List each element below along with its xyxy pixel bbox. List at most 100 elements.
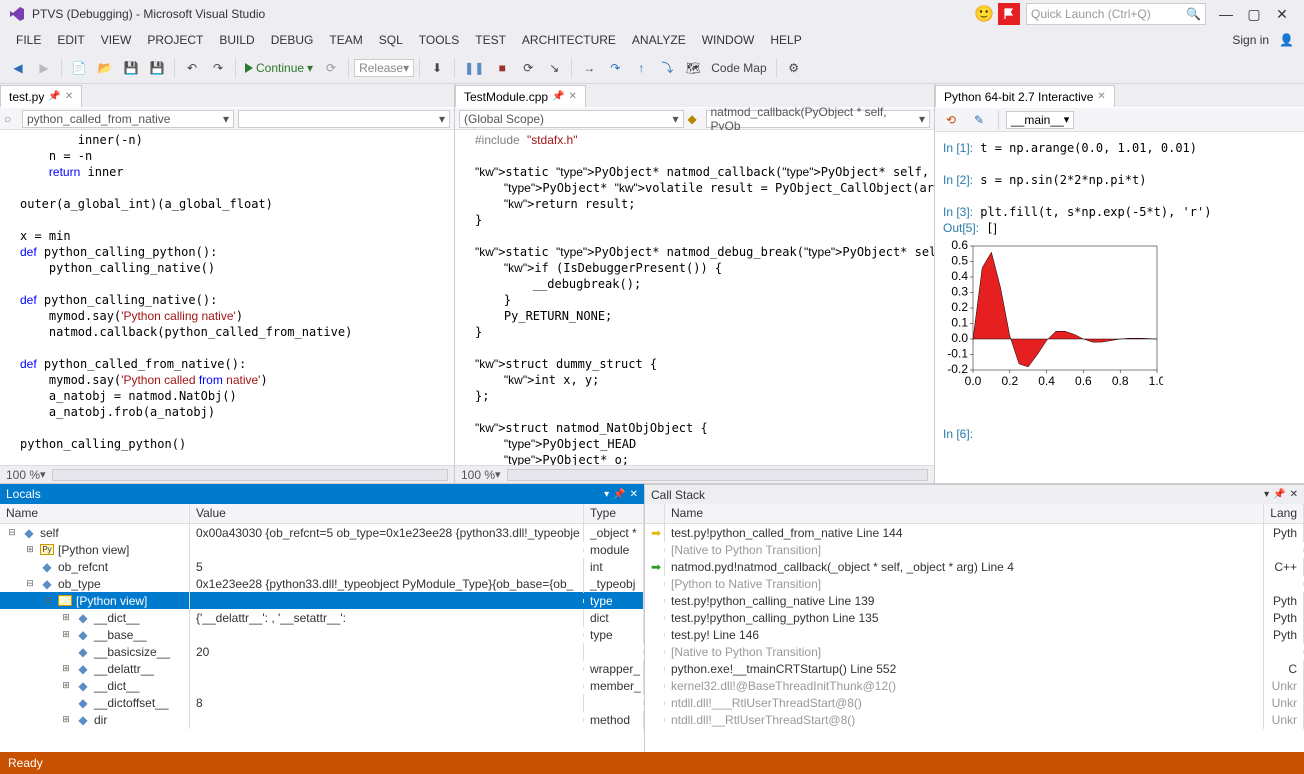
callstack-row[interactable]: kernel32.dll!@BaseThreadInitThunk@12()Un… <box>645 677 1304 694</box>
restart-button[interactable]: ⟳ <box>516 56 540 80</box>
tab-interactive[interactable]: Python 64-bit 2.7 Interactive ✕ <box>935 85 1115 107</box>
horizontal-scrollbar[interactable] <box>52 469 448 481</box>
expander-icon[interactable]: ⊟ <box>42 595 54 606</box>
callstack-row[interactable]: test.py!python_calling_native Line 139Py… <box>645 592 1304 609</box>
locals-row[interactable]: ⊞◆__delattr__wrapper_ <box>0 660 644 677</box>
nav-forward-button[interactable]: ▶ <box>32 56 56 80</box>
menu-team[interactable]: TEAM <box>323 30 368 50</box>
locals-row[interactable]: ⊟◆self0x00a43030 {ob_refcnt=5 ob_type=0x… <box>0 524 644 541</box>
callstack-row[interactable]: python.exe!__tmainCRTStartup() Line 552C <box>645 660 1304 677</box>
menu-window[interactable]: WINDOW <box>696 30 761 50</box>
expander-icon[interactable]: ⊞ <box>24 544 36 555</box>
locals-col-name[interactable]: Name <box>0 504 190 523</box>
menu-project[interactable]: PROJECT <box>141 30 209 50</box>
callstack-row[interactable]: ntdll.dll!___RtlUserThreadStart@8()Unkr <box>645 694 1304 711</box>
expander-icon[interactable]: ⊞ <box>60 612 72 623</box>
refresh-icon[interactable]: ⟳ <box>319 56 343 80</box>
close-icon[interactable]: ✕ <box>1290 489 1298 500</box>
codemap-button[interactable]: Code Map <box>707 56 770 80</box>
locals-row[interactable]: ⊞◆__base__type <box>0 626 644 643</box>
locals-row[interactable]: ⊟◆ob_type0x1e23ee28 {python33.dll!_typeo… <box>0 575 644 592</box>
locals-row[interactable]: ⊞◆__dict__{'__delattr__': , '__setattr__… <box>0 609 644 626</box>
menu-build[interactable]: BUILD <box>213 30 260 50</box>
callstack-panel-header[interactable]: Call Stack ▾ 📌 ✕ <box>645 484 1304 504</box>
menu-tools[interactable]: TOOLS <box>413 30 465 50</box>
callstack-row[interactable]: [Native to Python Transition] <box>645 643 1304 660</box>
zoom-level[interactable]: 100 % <box>6 468 40 482</box>
pin-icon[interactable]: 📌 <box>1273 489 1285 500</box>
code-editor-middle[interactable]: #include "stdafx.h" "kw">static "type">P… <box>455 130 934 465</box>
locals-row[interactable]: ⊞◆dirmethod <box>0 711 644 728</box>
callstack-row[interactable]: [Native to Python Transition] <box>645 541 1304 558</box>
callstack-col-lang[interactable]: Lang <box>1264 504 1304 523</box>
callstack-row[interactable]: ➡natmod.pyd!natmod_callback(_object * se… <box>645 558 1304 575</box>
dropdown-icon[interactable]: ▾ <box>1264 489 1269 500</box>
menu-analyze[interactable]: ANALYZE <box>626 30 692 50</box>
step-out-icon[interactable]: ↑ <box>629 56 653 80</box>
clear-icon[interactable]: ✎ <box>967 108 991 132</box>
notification-flag-icon[interactable] <box>998 3 1020 25</box>
stop-button[interactable]: ■ <box>490 56 514 80</box>
codemap-icon[interactable]: 🗺 <box>681 56 705 80</box>
locals-col-value[interactable]: Value <box>190 504 584 523</box>
locals-row[interactable]: ◆__basicsize__20 <box>0 643 644 660</box>
locals-grid[interactable]: ⊟◆self0x00a43030 {ob_refcnt=5 ob_type=0x… <box>0 524 644 752</box>
save-icon[interactable]: 💾 <box>119 56 143 80</box>
tab-testmodule-cpp[interactable]: TestModule.cpp 📌 ✕ <box>455 85 586 107</box>
signin-link[interactable]: Sign in <box>1226 30 1275 50</box>
menu-edit[interactable]: EDIT <box>51 30 90 50</box>
step-into-icon[interactable]: → <box>577 56 601 80</box>
pause-button[interactable]: ❚❚ <box>460 56 488 80</box>
scope-dropdown-mid[interactable]: (Global Scope)▾ <box>459 110 684 128</box>
menu-file[interactable]: FILE <box>10 30 47 50</box>
locals-row[interactable]: ⊞Py[Python view]module <box>0 541 644 558</box>
step-over-arc-icon[interactable]: ↷ <box>603 56 627 80</box>
menu-architecture[interactable]: ARCHITECTURE <box>516 30 622 50</box>
menu-sql[interactable]: SQL <box>373 30 409 50</box>
nav-back-button[interactable]: ◀ <box>6 56 30 80</box>
expander-icon[interactable]: ⊟ <box>24 578 36 589</box>
redo-button[interactable]: ↷ <box>206 56 230 80</box>
minimize-button[interactable]: — <box>1212 6 1240 22</box>
quick-launch-input[interactable]: Quick Launch (Ctrl+Q) 🔍 <box>1026 3 1206 25</box>
config-dropdown[interactable]: Release ▾ <box>354 59 414 77</box>
save-all-icon[interactable]: 💾 <box>145 56 169 80</box>
continue-button[interactable]: Continue ▾ <box>241 56 317 80</box>
close-button[interactable]: ✕ <box>1268 6 1296 23</box>
zoom-level[interactable]: 100 % <box>461 468 495 482</box>
open-file-icon[interactable]: 📂 <box>93 56 117 80</box>
menu-debug[interactable]: DEBUG <box>265 30 320 50</box>
pin-icon[interactable]: 📌 <box>613 489 625 500</box>
expander-icon[interactable]: ⊟ <box>6 527 18 538</box>
undo-button[interactable]: ↶ <box>180 56 204 80</box>
step-over-icon[interactable]: ⤵ <box>655 56 679 80</box>
code-editor-left[interactable]: inner(-n) n = -n return inner outer(a_gl… <box>0 130 454 465</box>
callstack-grid[interactable]: ➡test.py!python_called_from_native Line … <box>645 524 1304 752</box>
close-icon[interactable]: ✕ <box>1097 91 1105 102</box>
show-next-stmt-icon[interactable]: ↘ <box>542 56 566 80</box>
scope-dropdown-left[interactable]: python_called_from_native▾ <box>22 110 234 128</box>
interactive-window[interactable]: In [1]: t = np.arange(0.0, 1.01, 0.01) I… <box>935 132 1304 483</box>
expander-icon[interactable]: ⊞ <box>60 663 72 674</box>
locals-row[interactable]: ◆ob_refcnt5int <box>0 558 644 575</box>
locals-row[interactable]: ⊟Py[Python view]type <box>0 592 644 609</box>
callstack-col-name[interactable]: Name <box>665 504 1264 523</box>
pin-icon[interactable]: 📌 <box>48 91 60 102</box>
expander-icon[interactable]: ⊞ <box>60 714 72 725</box>
menu-view[interactable]: VIEW <box>95 30 138 50</box>
callstack-row[interactable]: ntdll.dll!__RtlUserThreadStart@8()Unkr <box>645 711 1304 728</box>
member-dropdown-mid[interactable]: natmod_callback(PyObject * self, PyOb▾ <box>706 110 931 128</box>
pin-icon[interactable]: 📌 <box>552 91 564 102</box>
callstack-row[interactable]: test.py!python_calling_python Line 135Py… <box>645 609 1304 626</box>
member-dropdown-left[interactable]: ▾ <box>238 110 450 128</box>
callstack-row[interactable]: test.py! Line 146Pyth <box>645 626 1304 643</box>
threads-icon[interactable]: ⚙ <box>782 56 806 80</box>
reset-icon[interactable]: ⟲ <box>939 108 963 132</box>
locals-panel-header[interactable]: Locals ▾ 📌 ✕ <box>0 484 644 504</box>
dropdown-icon[interactable]: ▾ <box>604 489 609 500</box>
account-icon[interactable]: 👤 <box>1279 33 1294 47</box>
close-icon[interactable]: ✕ <box>569 91 577 102</box>
tab-test-py[interactable]: test.py 📌 ✕ <box>0 85 82 107</box>
close-icon[interactable]: ✕ <box>65 91 73 102</box>
step-icon[interactable]: ⬇ <box>425 56 449 80</box>
